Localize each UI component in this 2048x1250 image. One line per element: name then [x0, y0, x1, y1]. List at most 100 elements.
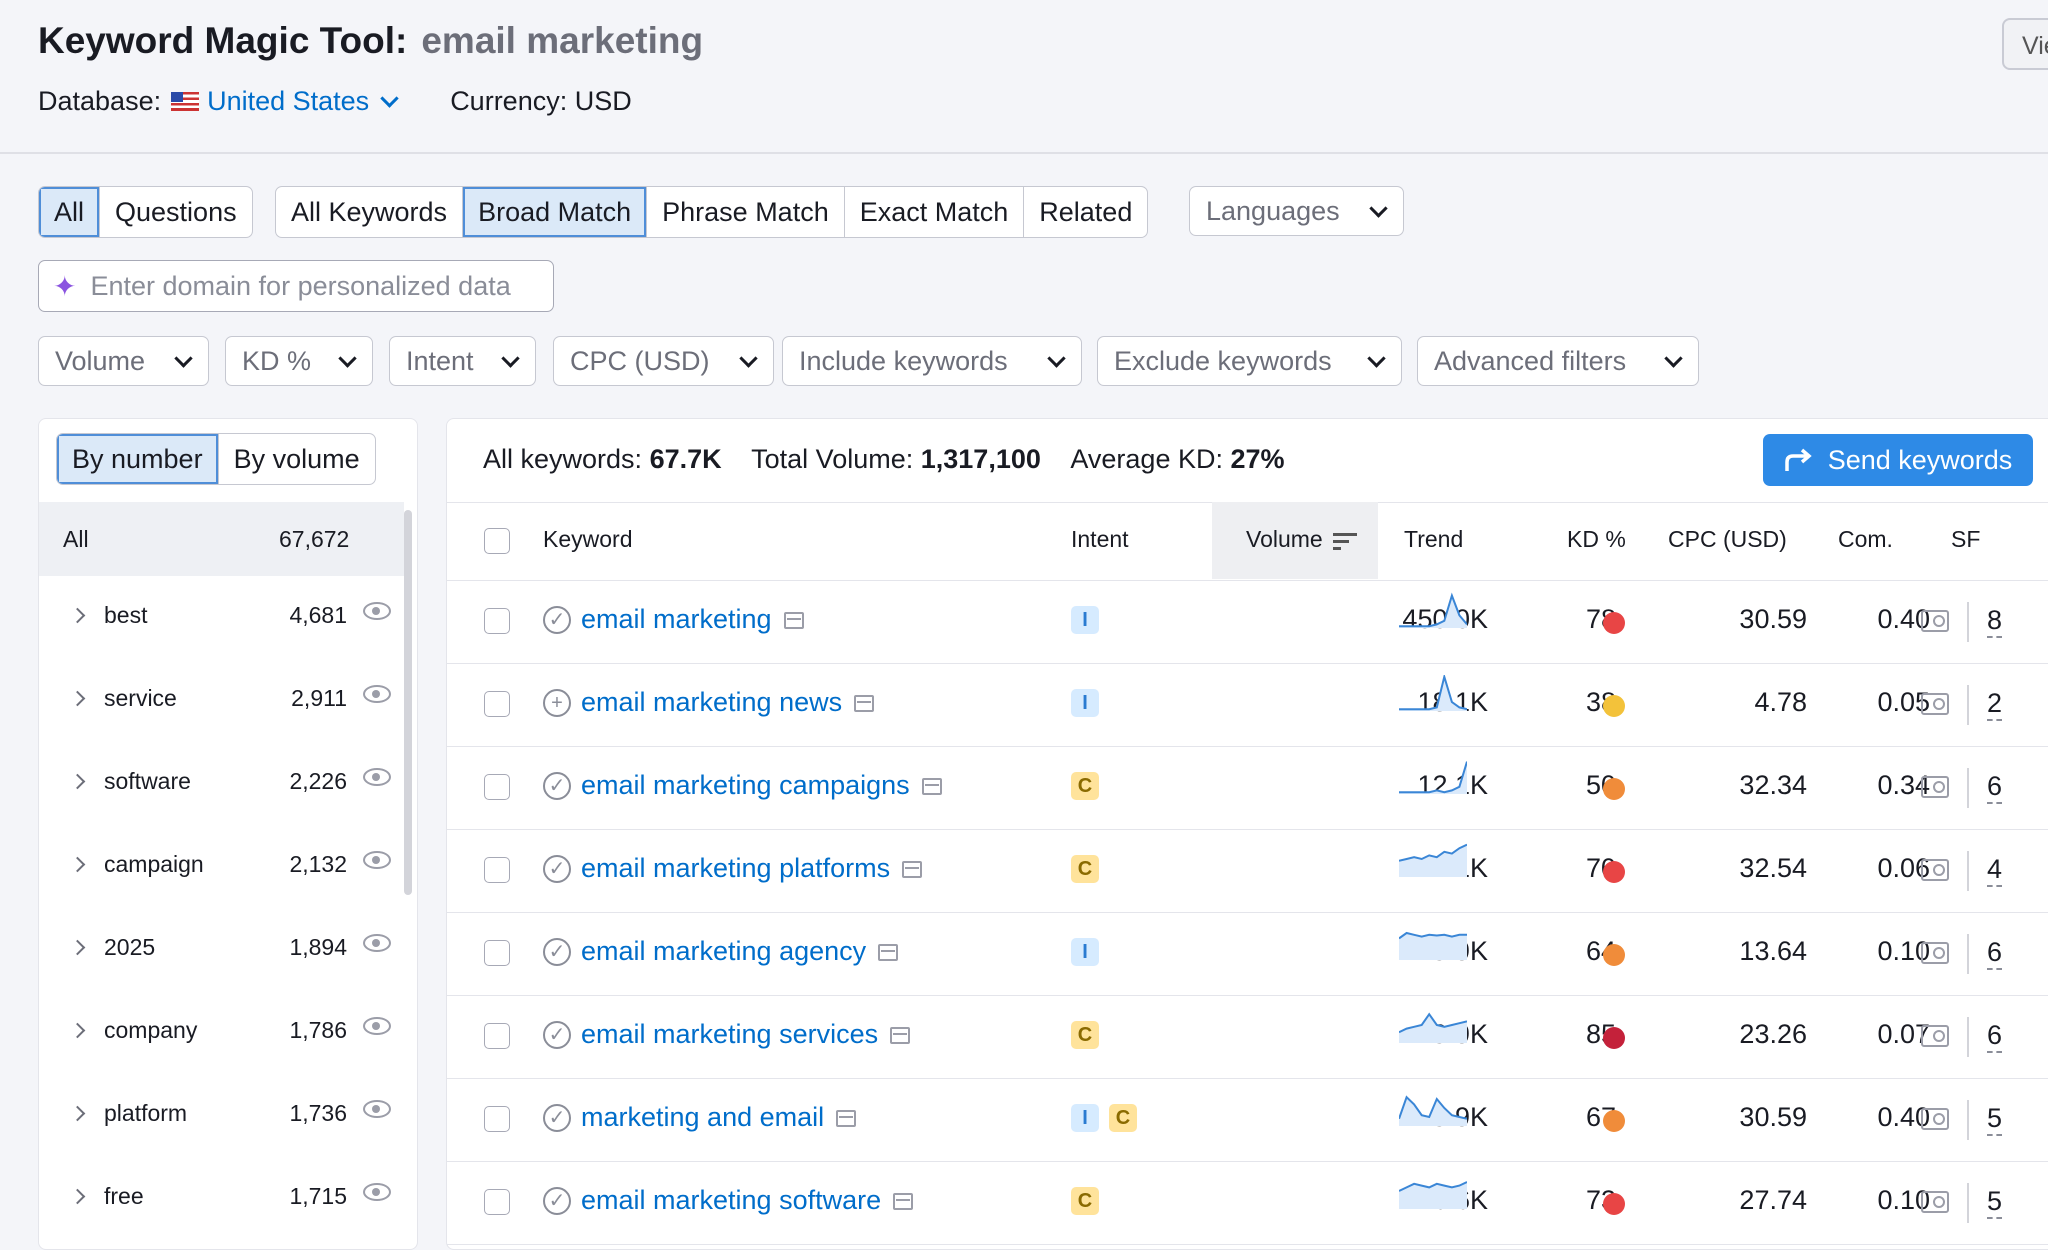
serp-features-icon[interactable] [1921, 776, 1949, 798]
check-circle-icon[interactable]: ✓ [543, 1104, 571, 1132]
select-all-checkbox[interactable] [484, 528, 510, 554]
column-serp-features[interactable]: SF [1951, 526, 1980, 553]
sidebar-group-row[interactable]: free 1,715 [39, 1159, 399, 1242]
serp-snapshot-icon[interactable] [893, 1193, 914, 1211]
table-row[interactable]: + email marketing news I 18.1K 38 4.78 0.05 2 [447, 663, 2048, 747]
group-all-row[interactable]: All 67,672 [39, 502, 404, 576]
sidebar-group-row[interactable]: company 1,786 [39, 993, 399, 1076]
eye-icon[interactable] [363, 1183, 391, 1201]
by-number-button[interactable]: By number [57, 434, 219, 484]
table-row[interactable]: ✓email marketing platformsC12.1K7032.540… [447, 829, 2048, 913]
check-circle-icon[interactable]: ✓ [543, 855, 571, 883]
tab-exact-match[interactable]: Exact Match [845, 187, 1025, 237]
row-checkbox[interactable] [484, 940, 510, 966]
table-row[interactable]: ✓ email marketing campaigns C 12.1K 50 32.34 0… [447, 746, 2048, 830]
table-row[interactable]: ✓ marketing and email I C 9.9K 67 30.59 0.40 5 [447, 1078, 2048, 1162]
sidebar-group-row[interactable]: software 2,226 [39, 744, 399, 827]
serp-features-count[interactable]: 6 [1987, 936, 2003, 970]
keyword-link[interactable]: email marketing services [581, 1019, 911, 1050]
volume-filter[interactable]: Volume [38, 336, 209, 386]
keyword-link[interactable]: email marketing [581, 604, 804, 635]
serp-features-icon[interactable] [1921, 610, 1949, 632]
tab-all-keywords[interactable]: All Keywords [276, 187, 464, 237]
sidebar-group-row[interactable]: campaign 2,132 [39, 827, 399, 910]
keyword-link[interactable]: email marketing campaigns [581, 770, 942, 801]
table-row[interactable]: ✓email marketing agencyI9.9K6413.640.106 [447, 912, 2048, 996]
intent-filter[interactable]: Intent [389, 336, 536, 386]
view-button[interactable]: Vie [2002, 18, 2048, 70]
keyword-link[interactable]: email marketing software [581, 1185, 914, 1216]
sidebar-group-row[interactable]: best 4,681 [39, 578, 399, 661]
sidebar-group-row[interactable]: platform 1,736 [39, 1076, 399, 1159]
eye-icon[interactable] [363, 1017, 391, 1035]
table-row[interactable]: ✓email marketing servicesC9.9K8523.260.0… [447, 995, 2048, 1079]
serp-snapshot-icon[interactable] [902, 861, 923, 879]
chevron-right-icon[interactable] [69, 856, 86, 873]
tab-broad-match[interactable]: Broad Match [463, 187, 648, 237]
serp-features-count[interactable]: 6 [1987, 1019, 2003, 1053]
keyword-link[interactable]: email marketing platforms [581, 853, 923, 884]
check-circle-icon[interactable]: ✓ [543, 938, 571, 966]
column-volume[interactable]: Volume [1246, 526, 1357, 553]
database-selector[interactable]: United States [207, 86, 402, 117]
table-row[interactable]: ✓email marketing softwareC6.6K7327.740.1… [447, 1161, 2048, 1245]
languages-dropdown[interactable]: Languages [1189, 186, 1404, 236]
sidebar-group-row[interactable]: service 2,911 [39, 661, 399, 744]
serp-snapshot-icon[interactable] [921, 778, 942, 796]
column-cpc[interactable]: CPC (USD) [1668, 526, 1787, 553]
serp-features-count[interactable]: 5 [1987, 1185, 2003, 1219]
chevron-right-icon[interactable] [69, 690, 86, 707]
tab-questions[interactable]: Questions [100, 187, 252, 237]
sidebar-group-row[interactable]: 2025 1,894 [39, 910, 399, 993]
serp-features-icon[interactable] [1921, 693, 1949, 715]
tab-related[interactable]: Related [1024, 187, 1147, 237]
check-circle-icon[interactable]: ✓ [543, 1187, 571, 1215]
tab-phrase-match[interactable]: Phrase Match [647, 187, 845, 237]
chevron-right-icon[interactable] [69, 939, 86, 956]
column-intent[interactable]: Intent [1071, 526, 1129, 553]
column-keyword[interactable]: Keyword [543, 526, 632, 553]
serp-features-count[interactable]: 6 [1987, 770, 2003, 804]
check-circle-icon[interactable]: ✓ [543, 1021, 571, 1049]
keyword-link[interactable]: email marketing news [581, 687, 875, 718]
eye-icon[interactable] [363, 851, 391, 869]
keyword-link[interactable]: email marketing agency [581, 936, 899, 967]
serp-features-count[interactable]: 2 [1987, 687, 2003, 721]
keyword-link[interactable]: marketing and email [581, 1102, 857, 1133]
table-row[interactable]: ✓email marketingI450.0K7830.590.408 [447, 580, 2048, 664]
serp-features-icon[interactable] [1921, 1108, 1949, 1130]
kd-filter[interactable]: KD % [225, 336, 373, 386]
row-checkbox[interactable] [484, 1023, 510, 1049]
serp-snapshot-icon[interactable] [836, 1110, 857, 1128]
tab-all[interactable]: All [39, 187, 101, 237]
chevron-right-icon[interactable] [69, 607, 86, 624]
serp-features-icon[interactable] [1921, 1025, 1949, 1047]
serp-features-icon[interactable] [1921, 942, 1949, 964]
chevron-right-icon[interactable] [69, 1022, 86, 1039]
chevron-right-icon[interactable] [69, 1188, 86, 1205]
sidebar-scrollbar[interactable] [404, 510, 412, 895]
advanced-filters[interactable]: Advanced filters [1417, 336, 1699, 386]
row-checkbox[interactable] [484, 857, 510, 883]
exclude-keywords-filter[interactable]: Exclude keywords [1097, 336, 1402, 386]
serp-features-icon[interactable] [1921, 859, 1949, 881]
chevron-right-icon[interactable] [69, 773, 86, 790]
row-checkbox[interactable] [484, 691, 510, 717]
eye-icon[interactable] [363, 602, 391, 620]
send-keywords-button[interactable]: Send keywords [1763, 434, 2033, 486]
serp-snapshot-icon[interactable] [783, 612, 804, 630]
domain-input[interactable]: ✦ Enter domain for personalized data [38, 260, 554, 312]
cpc-filter[interactable]: CPC (USD) [553, 336, 774, 386]
serp-snapshot-icon[interactable] [854, 695, 875, 713]
eye-icon[interactable] [363, 934, 391, 952]
serp-features-icon[interactable] [1921, 1191, 1949, 1213]
serp-features-count[interactable]: 4 [1987, 853, 2003, 887]
serp-snapshot-icon[interactable] [890, 1027, 911, 1045]
by-volume-button[interactable]: By volume [219, 434, 375, 484]
serp-features-count[interactable]: 8 [1987, 604, 2003, 638]
eye-icon[interactable] [363, 1100, 391, 1118]
include-keywords-filter[interactable]: Include keywords [782, 336, 1082, 386]
eye-icon[interactable] [363, 768, 391, 786]
column-kd[interactable]: KD % [1567, 526, 1626, 553]
column-competition[interactable]: Com. [1838, 526, 1893, 553]
